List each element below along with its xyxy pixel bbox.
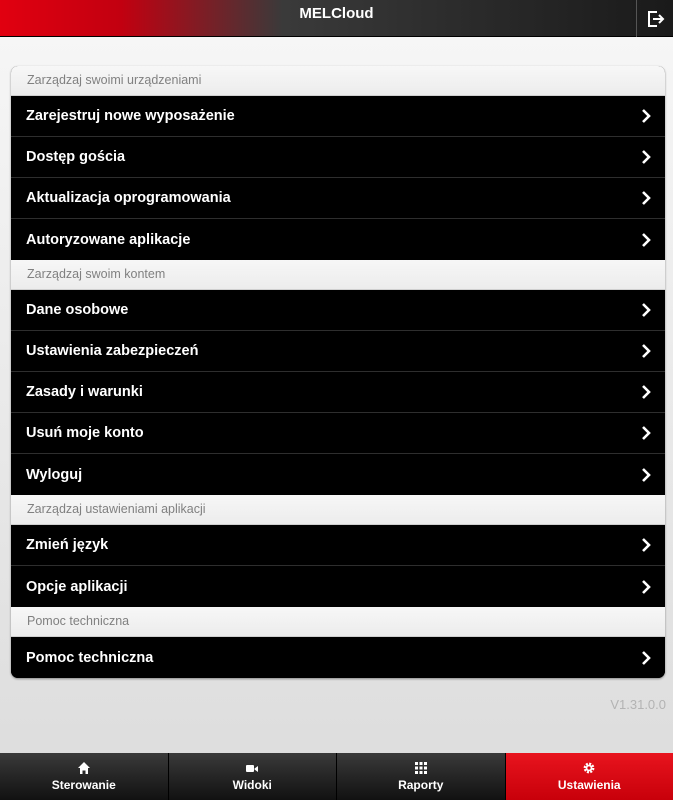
chevron-right-icon: [642, 344, 651, 358]
tab-label: Widoki: [232, 778, 272, 792]
section-header: Zarządzaj swoimi urządzeniami: [11, 66, 665, 96]
video-camera-icon: [246, 765, 259, 772]
settings-row[interactable]: Autoryzowane aplikacje: [11, 219, 665, 260]
app-header: MELCloud: [0, 0, 673, 37]
logout-button[interactable]: [636, 0, 673, 37]
home-icon: [77, 762, 90, 774]
tab-ustawienia[interactable]: Ustawienia: [505, 753, 673, 800]
section-header: Zarządzaj ustawieniami aplikacji: [11, 495, 665, 525]
tab-raporty[interactable]: Raporty: [337, 753, 506, 800]
settings-row-label: Zmień język: [26, 537, 109, 553]
chevron-right-icon: [642, 385, 651, 399]
tab-label: Sterowanie: [51, 778, 116, 792]
chevron-right-icon: [642, 467, 651, 482]
chevron-right-icon: [642, 579, 651, 594]
gear-icon: [583, 762, 595, 774]
settings-row-label: Zarejestruj nowe wyposażenie: [26, 108, 235, 124]
chevron-right-icon: [642, 232, 651, 247]
version-label: V1.31.0.0: [610, 697, 666, 712]
tab-label: Ustawienia: [557, 778, 621, 792]
chevron-right-icon: [642, 191, 651, 205]
bottom-tab-bar: Sterowanie Widoki Raporty Ustawienia: [0, 753, 673, 800]
settings-row[interactable]: Dane osobowe: [11, 290, 665, 331]
settings-row-label: Autoryzowane aplikacje: [26, 231, 191, 248]
tab-label: Raporty: [398, 778, 444, 792]
chevron-right-icon: [642, 426, 651, 440]
logout-icon: [648, 10, 665, 27]
tab-widoki[interactable]: Widoki: [168, 753, 337, 800]
chevron-right-icon: [642, 109, 651, 123]
settings-row[interactable]: Zarejestruj nowe wyposażenie: [11, 96, 665, 137]
section-header: Zarządzaj swoim kontem: [11, 260, 665, 290]
settings-row-label: Aktualizacja oprogramowania: [26, 190, 231, 206]
app-title: MELCloud: [299, 5, 374, 22]
section-header: Pomoc techniczna: [11, 607, 665, 637]
settings-row[interactable]: Pomoc techniczna: [11, 637, 665, 678]
settings-row-label: Dostęp gościa: [26, 149, 126, 165]
chevron-right-icon: [642, 303, 651, 317]
settings-row[interactable]: Zasady i warunki: [11, 372, 665, 413]
settings-row[interactable]: Usuń moje konto: [11, 413, 665, 454]
chevron-right-icon: [642, 538, 651, 552]
settings-row[interactable]: Zmień język: [11, 525, 665, 566]
tab-sterowanie[interactable]: Sterowanie: [0, 753, 169, 800]
settings-row[interactable]: Opcje aplikacji: [11, 566, 665, 607]
settings-list: Zarządzaj swoimi urządzeniami Zarejestruj…: [11, 66, 665, 678]
settings-row[interactable]: Wyloguj: [11, 454, 665, 495]
settings-row-label: Wyloguj: [26, 466, 83, 483]
settings-row-label: Dane osobowe: [26, 302, 129, 318]
settings-row[interactable]: Ustawienia zabezpieczeń: [11, 331, 665, 372]
settings-row-label: Pomoc techniczna: [26, 649, 154, 666]
chevron-right-icon: [642, 150, 651, 164]
settings-row[interactable]: Aktualizacja oprogramowania: [11, 178, 665, 219]
chevron-right-icon: [642, 650, 651, 665]
settings-row-label: Ustawienia zabezpieczeń: [26, 343, 199, 359]
settings-row-label: Opcje aplikacji: [26, 578, 128, 595]
grid-icon: [414, 762, 427, 774]
settings-row-label: Zasady i warunki: [26, 384, 143, 400]
settings-row[interactable]: Dostęp gościa: [11, 137, 665, 178]
settings-row-label: Usuń moje konto: [26, 425, 144, 441]
